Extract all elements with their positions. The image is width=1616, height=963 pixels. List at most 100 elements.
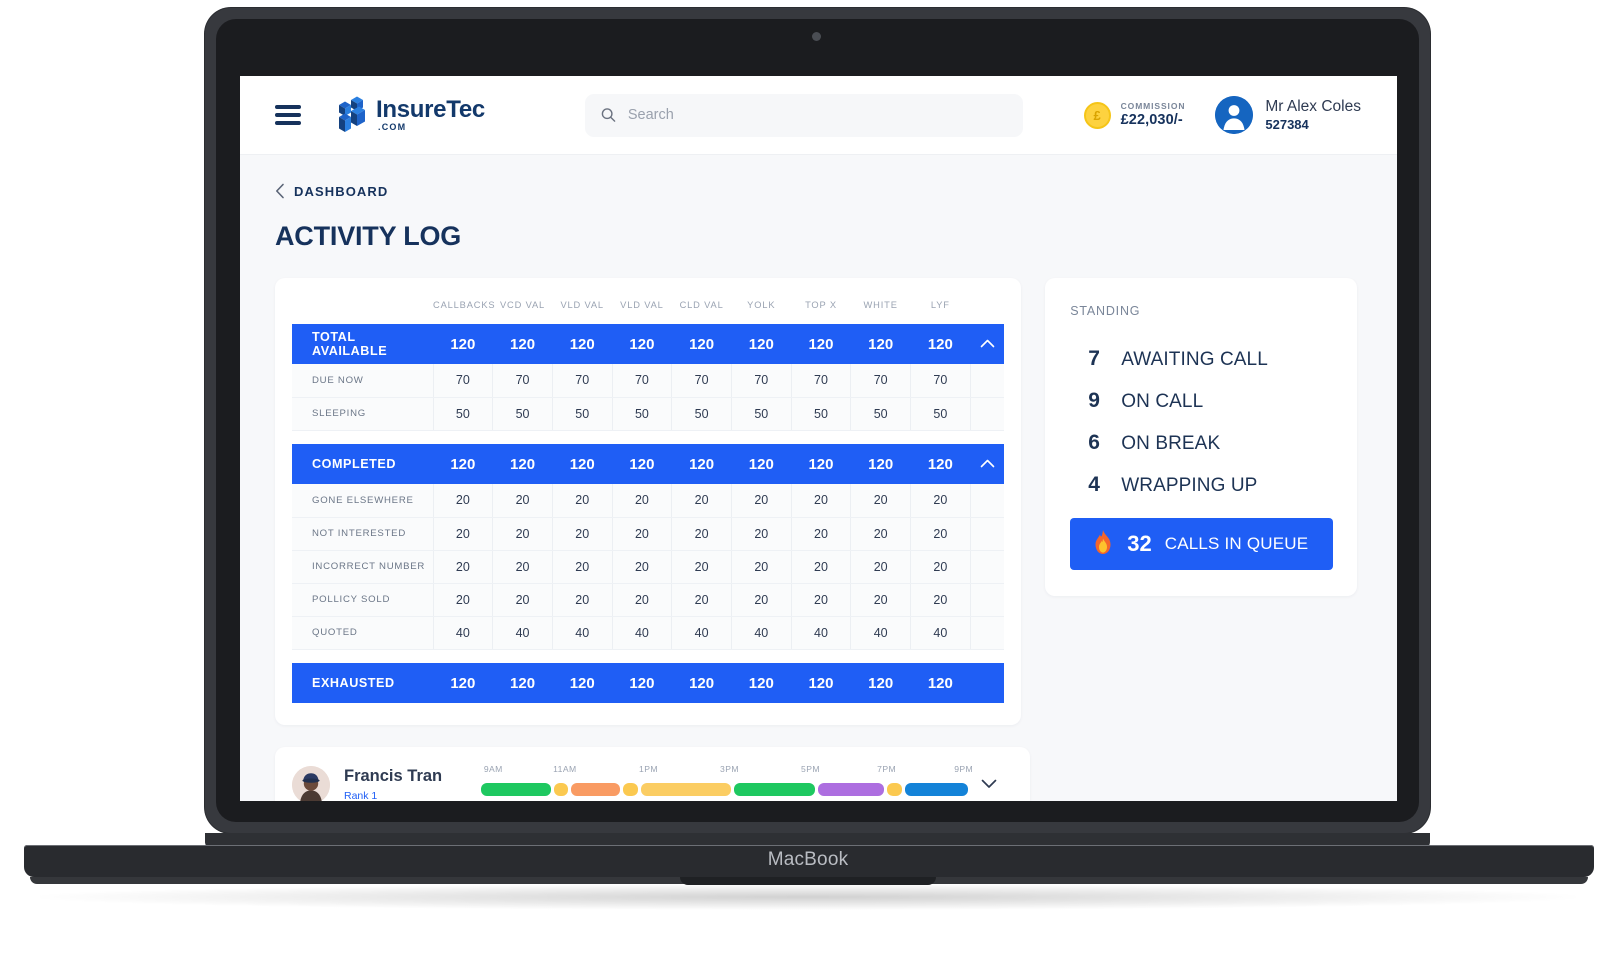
row-cell-0: 20 <box>433 583 494 617</box>
row-cell-7: 70 <box>850 364 911 398</box>
timeline-segment[interactable] <box>818 783 885 796</box>
content-row: CALLBACKS VCD VAL VLD VAL VLD VAL CLD VAL YOL… <box>275 278 1357 725</box>
row-end <box>970 517 1005 551</box>
group-cell-6: 120 <box>791 663 851 703</box>
queue-count: 32 <box>1127 531 1152 556</box>
timeline-segment[interactable] <box>571 783 621 796</box>
standing-item[interactable]: 7 AWAITING CALL <box>1070 338 1333 380</box>
table-spacer <box>292 649 1005 663</box>
commission-label: COMMISSION <box>1120 100 1186 111</box>
group-row-label: EXHAUSTED <box>292 663 433 703</box>
user-menu[interactable]: Mr Alex Coles 527384 <box>1215 96 1361 134</box>
row-cell-7: 20 <box>850 484 911 518</box>
group-cell-7: 120 <box>850 444 911 484</box>
coin-icon: £ <box>1083 101 1111 129</box>
commission-widget[interactable]: £ COMMISSION £22,030/- <box>1083 100 1186 129</box>
activity-table-card: CALLBACKS VCD VAL VLD VAL VLD VAL CLD VAL YOL… <box>275 278 1022 725</box>
table-group-row[interactable]: TOTAL AVAILABLE 120 120 120 120 120 120 120 120 1… <box>292 324 1005 364</box>
row-cell-0: 70 <box>433 364 494 398</box>
table-row: QUOTED 40 40 40 40 40 40 40 40 40 <box>292 616 1005 650</box>
group-cell-3: 120 <box>612 663 672 703</box>
row-label: NOT INTERESTED <box>292 517 434 551</box>
table-group-row[interactable]: EXHAUSTED 120 120 120 120 120 120 120 120 120 <box>292 663 1005 703</box>
table-header-row: CALLBACKS VCD VAL VLD VAL VLD VAL CLD VAL YOL… <box>292 296 1004 324</box>
column-header-7: WHITE <box>863 300 898 310</box>
table-group-row[interactable]: COMPLETED 120 120 120 120 120 120 120 120 120 <box>292 444 1005 484</box>
group-cell-4: 120 <box>671 444 732 484</box>
timeline-segment[interactable] <box>734 783 816 796</box>
row-label: DUE NOW <box>292 364 434 398</box>
search-input[interactable] <box>627 107 1007 123</box>
group-cell-3: 120 <box>612 324 672 364</box>
row-cell-4: 40 <box>671 616 732 650</box>
column-header-3: VLD VAL <box>620 300 664 310</box>
standing-item[interactable]: 4 WRAPPING UP <box>1070 464 1333 506</box>
row-cell-6: 50 <box>791 397 852 431</box>
row-end <box>970 583 1005 617</box>
agent-avatar <box>292 766 330 801</box>
row-cell-3: 70 <box>612 364 673 398</box>
hamburger-icon[interactable] <box>275 105 301 125</box>
timeline-tick-label: 11AM <box>553 764 577 774</box>
timeline-segment[interactable] <box>640 783 732 796</box>
group-cell-3: 120 <box>612 444 672 484</box>
flame-icon <box>1092 529 1114 560</box>
search-bar[interactable] <box>584 93 1023 137</box>
currency-symbol: £ <box>1093 107 1101 123</box>
row-end <box>970 616 1005 650</box>
timeline-segment[interactable] <box>553 783 569 796</box>
breadcrumb[interactable]: DASHBOARD <box>275 183 1357 199</box>
row-cell-6: 70 <box>791 364 852 398</box>
group-cell-6: 120 <box>791 444 851 484</box>
group-cell-0: 120 <box>433 663 493 703</box>
row-cell-1: 50 <box>492 397 553 431</box>
page-body: DASHBOARD ACTIVITY LOG CALLBACKS VCD VAL V… <box>240 155 1397 801</box>
row-end <box>970 364 1005 398</box>
group-cell-8: 120 <box>910 663 971 703</box>
group-toggle-button[interactable] <box>970 324 1005 364</box>
row-cell-6: 20 <box>791 517 852 551</box>
group-toggle-button <box>970 663 1005 703</box>
row-cell-1: 70 <box>492 364 553 398</box>
standing-count: 6 <box>1088 431 1100 454</box>
standing-list: 7 AWAITING CALL 9 ON CALL 6 ON BREAK 4 WRAPPING… <box>1070 338 1333 506</box>
row-end <box>970 484 1005 518</box>
agent-expand-button[interactable] <box>968 776 1010 794</box>
agent-timeline[interactable]: 9AM 11AM 1PM 3PM 5PM 7PM 9PM <box>477 764 973 801</box>
group-cell-7: 120 <box>850 324 911 364</box>
group-toggle-button[interactable] <box>970 444 1005 484</box>
avatar-icon <box>1215 96 1254 134</box>
queue-label: CALLS IN QUEUE <box>1164 534 1309 553</box>
group-cell-5: 120 <box>731 663 792 703</box>
timeline-segment[interactable] <box>623 783 639 796</box>
agent-row[interactable]: Francis Tran Rank 1 9AM 11AM 1PM 3PM 5PM 7PM 9… <box>275 747 1030 801</box>
group-cell-6: 120 <box>791 324 851 364</box>
row-end <box>970 550 1005 584</box>
standing-item[interactable]: 9 ON CALL <box>1070 380 1333 422</box>
timeline-segment[interactable] <box>886 783 902 796</box>
chevron-left-icon <box>275 183 284 199</box>
row-cell-7: 50 <box>850 397 911 431</box>
row-cell-0: 20 <box>433 517 494 551</box>
row-cell-4: 20 <box>671 517 732 551</box>
row-cell-5: 50 <box>731 397 792 431</box>
row-cell-6: 20 <box>791 583 852 617</box>
timeline-tick-label: 7PM <box>877 764 897 774</box>
row-cell-2: 20 <box>552 583 613 617</box>
timeline-tick-label: 1PM <box>639 764 658 774</box>
brand-logo[interactable]: InsureTec .COM <box>337 96 485 134</box>
row-cell-4: 20 <box>671 484 732 518</box>
row-cell-0: 20 <box>433 550 494 584</box>
column-header-4: CLD VAL <box>679 300 724 310</box>
calls-in-queue-banner[interactable]: 32 CALLS IN QUEUE <box>1070 518 1333 570</box>
row-label: SLEEPING <box>292 397 434 431</box>
standing-label: AWAITING CALL <box>1121 349 1268 370</box>
group-cell-4: 120 <box>671 324 732 364</box>
table-row: POLLICY SOLD 20 20 20 20 20 20 20 20 20 <box>292 583 1005 617</box>
row-cell-7: 40 <box>850 616 911 650</box>
timeline-segment[interactable] <box>904 783 969 796</box>
standing-item[interactable]: 6 ON BREAK <box>1070 422 1333 464</box>
device-label: MacBook <box>767 849 849 870</box>
timeline-segment[interactable] <box>480 783 551 796</box>
row-cell-8: 70 <box>910 364 971 398</box>
